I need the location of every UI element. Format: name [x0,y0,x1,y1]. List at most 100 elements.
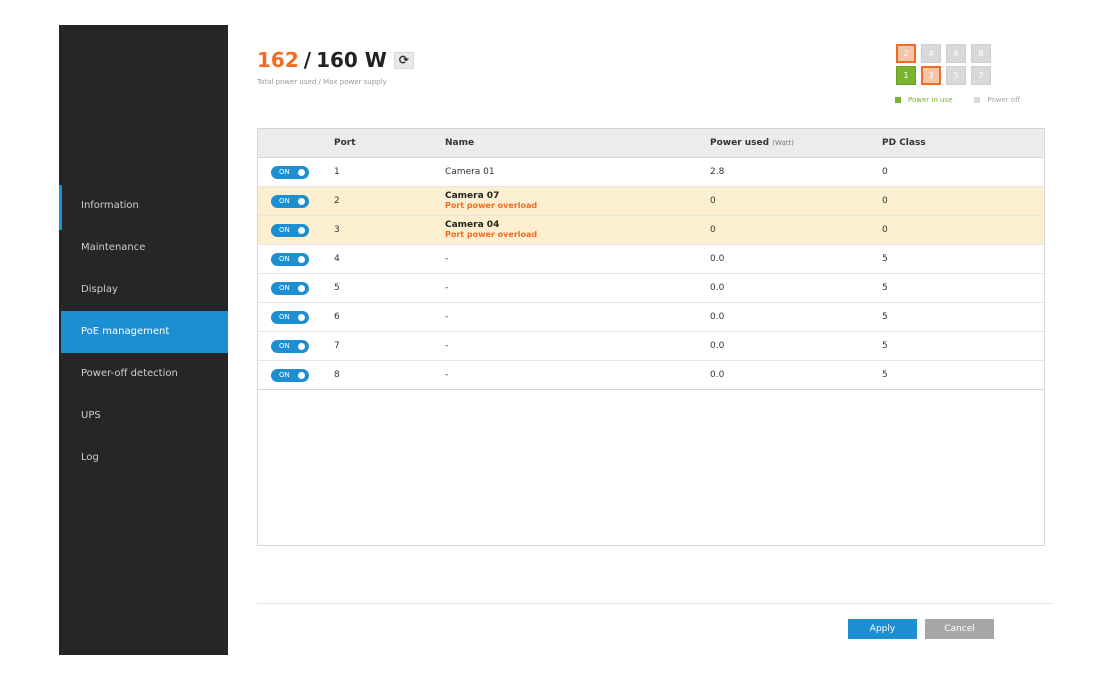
toggle-label: ON [279,226,290,234]
port-power-toggle[interactable]: ON [271,166,309,179]
cell-pd-class: 0 [882,225,888,235]
cell-pd-class: 5 [882,254,888,264]
port-legend: Power in use Power off [895,96,1020,104]
cancel-button[interactable]: Cancel [925,619,994,639]
sidebar: Information Maintenance Display PoE mana… [59,25,228,655]
cell-pd-class: 0 [882,167,888,177]
col-header-pd-class: PD Class [882,138,926,148]
power-line: 162 / 160 W ⟳ [257,48,414,72]
cell-name: - [445,254,449,264]
sidebar-item-ups[interactable]: UPS [61,395,228,437]
toggle-knob [298,343,305,350]
cell-name: Camera 07 Port power overload [445,191,537,210]
overload-warning: Port power overload [445,230,538,239]
sidebar-item-power-off-detection[interactable]: Power-off detection [61,353,228,395]
col-header-port: Port [334,138,356,148]
refresh-icon[interactable]: ⟳ [393,51,414,69]
legend-off-label: Power off [987,96,1020,104]
toggle-label: ON [279,168,290,176]
table-row: ON 8 - 0.0 5 [258,361,1044,390]
cell-port: 6 [334,312,340,322]
cell-power-used: 0.0 [710,254,725,264]
toggle-label: ON [279,371,290,379]
cell-power-used: 0 [710,196,716,206]
cell-pd-class: 5 [882,341,888,351]
cell-power-used: 0.0 [710,341,725,351]
cell-name: - [445,283,449,293]
legend-power-in-use: Power in use [895,96,952,104]
col-header-name: Name [445,138,475,148]
sidebar-item-poe-management[interactable]: PoE management [61,311,228,353]
power-separator: / [303,48,312,72]
device-name: Camera 04 [445,220,500,230]
cell-power-used: 0 [710,225,716,235]
port-power-toggle[interactable]: ON [271,224,309,237]
cell-power-used: 0.0 [710,283,725,293]
port-power-toggle[interactable]: ON [271,311,309,324]
port-power-toggle[interactable]: ON [271,195,309,208]
cell-port: 4 [334,254,340,264]
footer-divider [257,603,1052,604]
cell-port: 5 [334,283,340,293]
toggle-label: ON [279,197,290,205]
toggle-knob [298,314,305,321]
power-used-value: 162 [257,48,299,72]
toggle-knob [298,198,305,205]
toggle-label: ON [279,284,290,292]
sidebar-item-information[interactable]: Information [61,185,228,227]
toggle-label: ON [279,342,290,350]
cell-port: 3 [334,225,340,235]
port-1-icon: 1 [896,66,916,85]
port-5-icon: 5 [946,66,966,85]
toggle-knob [298,285,305,292]
table-row: ON 3 Camera 04 Port power overload 0 0 [258,216,1044,245]
port-8-icon: 8 [971,44,991,63]
toggle-knob [298,169,305,176]
cell-power-used: 2.8 [710,167,725,177]
cell-name: Camera 04 Port power overload [445,220,537,239]
table-row: ON 2 Camera 07 Port power overload 0 0 [258,187,1044,216]
port-status-grid: 2 4 6 8 1 3 5 7 [895,43,995,87]
power-max-value: 160 W [316,48,387,72]
col-header-power-label: Power used [710,138,770,148]
sidebar-item-log[interactable]: Log [61,437,228,479]
poe-port-table: Port Name Power used (Watt) PD Class ON … [257,128,1045,546]
port-power-toggle[interactable]: ON [271,340,309,353]
toggle-knob [298,372,305,379]
legend-off-swatch [974,97,981,103]
port-7-icon: 7 [971,66,991,85]
col-header-power-used: Power used (Watt) [710,129,794,158]
port-power-toggle[interactable]: ON [271,369,309,382]
apply-button[interactable]: Apply [848,619,917,639]
cell-name: - [445,312,449,322]
table-row: ON 4 - 0.0 5 [258,245,1044,274]
table-row: ON 1 Camera 01 2.8 0 [258,158,1044,187]
cell-power-used: 0.0 [710,312,725,322]
port-6-icon: 6 [946,44,966,63]
sidebar-item-maintenance[interactable]: Maintenance [61,227,228,269]
port-4-icon: 4 [921,44,941,63]
port-power-toggle[interactable]: ON [271,253,309,266]
sidebar-item-display[interactable]: Display [61,269,228,311]
legend-in-use-swatch [895,97,901,103]
cell-power-used: 0.0 [710,370,725,380]
cell-name: - [445,370,449,380]
device-name: Camera 07 [445,191,500,201]
cell-port: 2 [334,196,340,206]
cell-name: Camera 01 [445,167,495,177]
cell-name: - [445,341,449,351]
table-header: Port Name Power used (Watt) PD Class [258,128,1044,158]
table-row: ON 6 - 0.0 5 [258,303,1044,332]
toggle-knob [298,227,305,234]
port-power-toggle[interactable]: ON [271,282,309,295]
port-2-icon: 2 [896,44,916,63]
cell-port: 1 [334,167,340,177]
table-row: ON 7 - 0.0 5 [258,332,1044,361]
cell-pd-class: 5 [882,370,888,380]
cell-port: 7 [334,341,340,351]
toggle-knob [298,256,305,263]
toggle-label: ON [279,255,290,263]
cell-port: 8 [334,370,340,380]
cell-pd-class: 0 [882,196,888,206]
col-header-power-unit: (Watt) [772,139,794,147]
